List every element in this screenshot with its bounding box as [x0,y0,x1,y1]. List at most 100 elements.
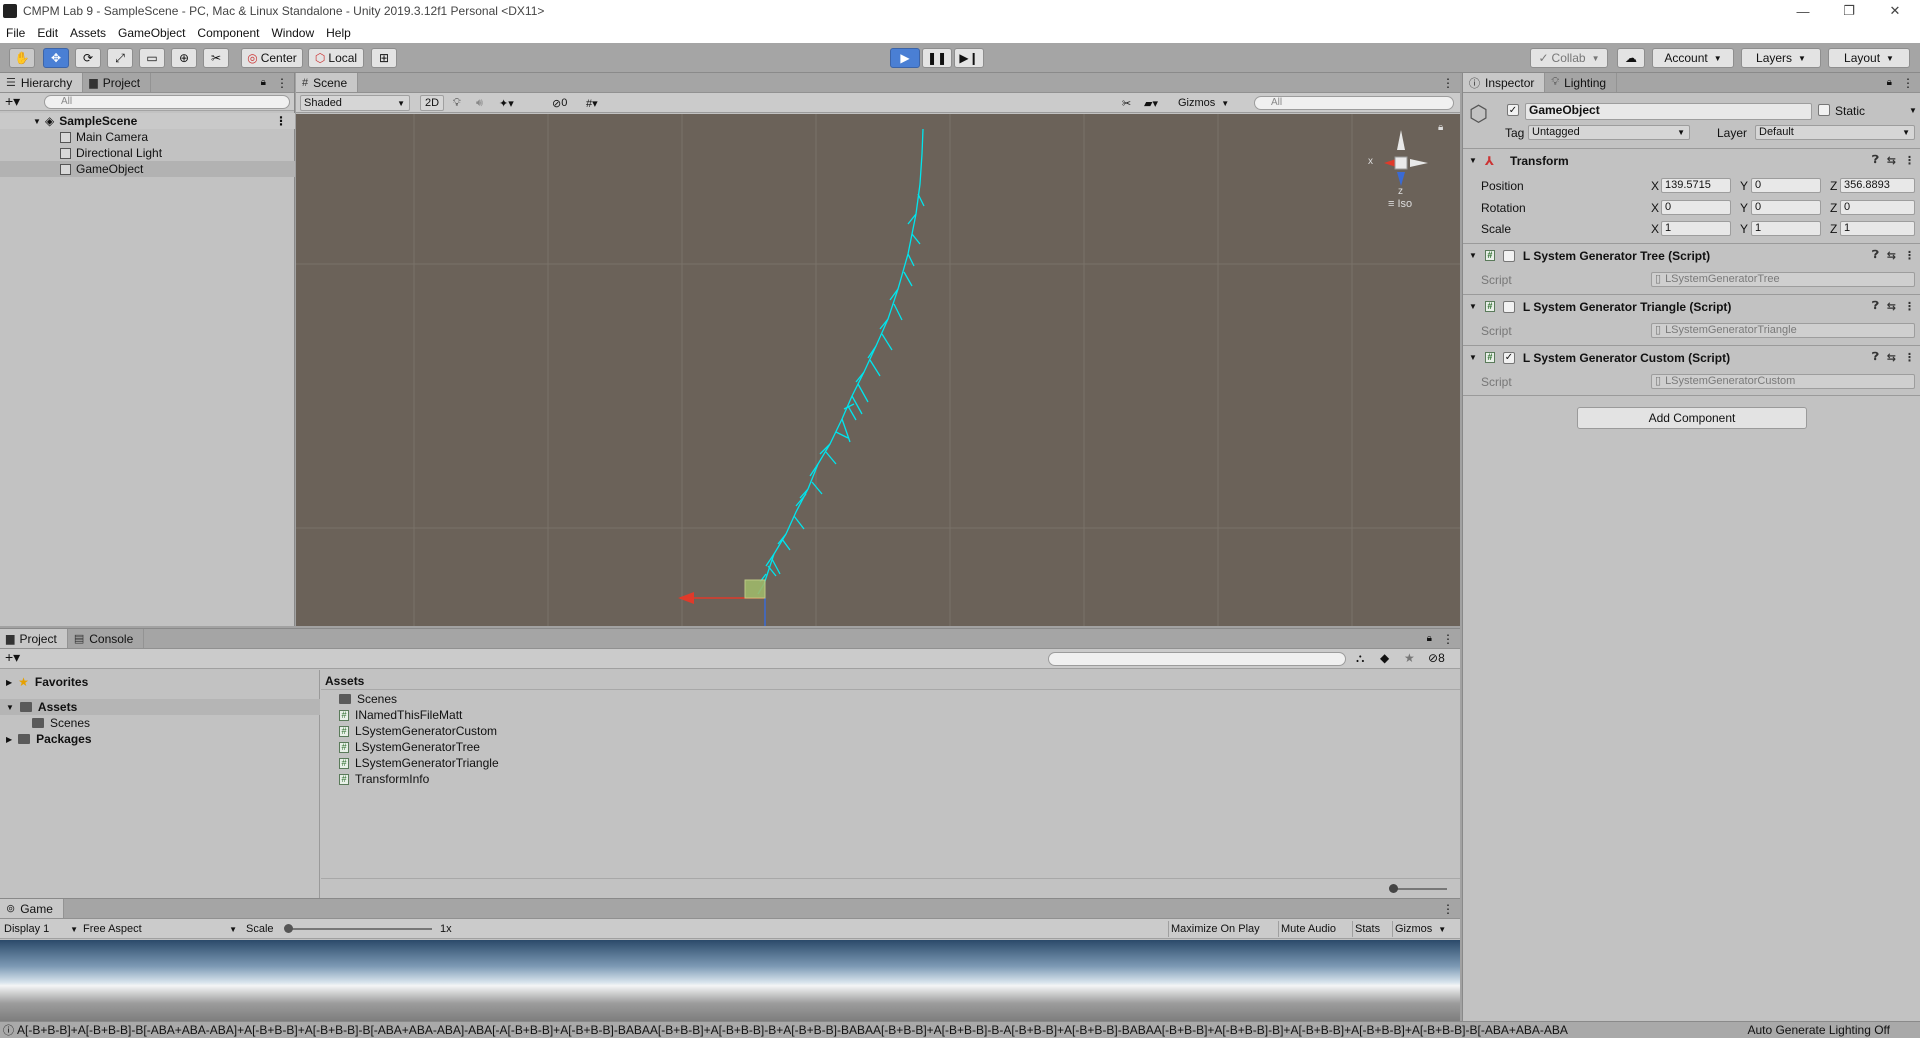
menu-gameobject[interactable]: GameObject [112,26,191,40]
layer-dropdown[interactable]: Default ▼ [1755,125,1915,140]
aspect-dropdown[interactable]: Free Aspect ▼ [83,921,237,937]
hidden-packages-icon[interactable]: ⊘8 [1428,651,1445,665]
assets-breadcrumb[interactable]: Assets [325,674,364,688]
favorite-star-icon[interactable]: ★ [1404,651,1415,665]
position-z-field[interactable]: 356.8893 [1840,178,1915,193]
help-icon[interactable]: ❓︎ [1872,249,1879,262]
more-menu-icon[interactable]: ⋮ [276,76,288,90]
scene-menu-icon[interactable]: ⋮ [275,114,287,128]
hierarchy-item[interactable]: Main Camera [0,129,295,145]
component-menu-icon[interactable]: ⋮ [1904,300,1915,313]
step-button[interactable]: ▶❙ [954,48,984,68]
layout-dropdown[interactable]: Layout ▼ [1828,48,1910,68]
collab-button[interactable]: ✓ Collab ▼ [1530,48,1608,68]
menu-component[interactable]: Component [191,26,265,40]
minimize-icon[interactable]: — [1780,0,1826,22]
hidden-objects-icon[interactable]: ⊘ 0 [552,95,567,111]
game-viewport[interactable] [0,940,1460,1028]
rotation-y-field[interactable]: 0 [1751,200,1821,215]
transform-tool-icon[interactable]: ⊕ [171,48,197,68]
expand-arrow-icon[interactable]: ▼ [1469,251,1477,260]
active-checkbox[interactable]: ✓ [1507,104,1519,116]
tab-hierarchy[interactable]: ☰ Hierarchy [0,73,84,92]
hand-tool-icon[interactable]: ✋ [9,48,35,68]
lock-icon[interactable]: 🔒︎ [1887,77,1892,88]
stats-toggle[interactable]: Stats [1352,921,1388,937]
asset-item[interactable]: Scenes [339,691,397,707]
help-icon[interactable]: ❓︎ [1872,300,1879,313]
position-y-field[interactable]: 0 [1751,178,1821,193]
lighting-status[interactable]: Auto Generate Lighting Off [1747,1023,1890,1037]
custom-tool-icon[interactable]: ✂ [203,48,229,68]
hierarchy-search-input[interactable]: All [44,95,290,109]
menu-edit[interactable]: Edit [31,26,64,40]
2d-toggle-button[interactable]: 2D [420,95,444,111]
add-icon[interactable]: +▾ [5,649,20,666]
tree-item-scenes[interactable]: Scenes [0,715,320,731]
tab-scene[interactable]: # Scene [296,73,359,92]
component-enabled-checkbox[interactable]: ✓ [1502,351,1515,364]
help-icon[interactable]: ❓︎ [1872,351,1879,364]
mute-audio-toggle[interactable]: Mute Audio [1278,921,1350,937]
cloud-icon[interactable]: ☁ [1617,48,1645,68]
script-field[interactable]: ▯ LSystemGeneratorTriangle [1651,323,1915,338]
lighting-toggle-icon[interactable]: 💡︎ [453,95,461,111]
rotation-z-field[interactable]: 0 [1840,200,1915,215]
console-last-message[interactable]: A[-B+B-B]+A[-B+B-B]-B[-ABA+ABA-ABA]+A[-B… [17,1023,1747,1037]
hierarchy-item[interactable]: Directional Light [0,145,295,161]
tab-project-top[interactable]: ▆ Project [83,73,152,92]
add-icon[interactable]: +▾ [5,93,20,110]
component-menu-icon[interactable]: ⋮ [1904,249,1915,262]
pivot-local-button[interactable]: ⬡ Local [308,48,364,68]
filter-type-icon[interactable]: ⛬ [1356,651,1364,666]
move-plane-handle[interactable] [744,579,766,599]
lock-icon[interactable]: 🔒︎ [1427,633,1432,644]
asset-item[interactable]: # LSystemGeneratorTriangle [339,755,499,771]
menu-file[interactable]: File [0,26,31,40]
script-field[interactable]: ▯ LSystemGeneratorCustom [1651,374,1915,389]
preset-icon[interactable]: ⇆ [1887,351,1896,364]
scene-search-input[interactable]: All [1254,96,1454,110]
restore-icon[interactable]: ❐ [1826,0,1872,22]
tab-lighting[interactable]: 💡︎ Lighting [1545,73,1618,92]
audio-toggle-icon[interactable]: 🔊︎ [476,95,483,111]
favorites-item[interactable]: ▶ ★ Favorites [0,674,320,690]
icon-size-slider-thumb[interactable] [1389,884,1398,893]
hierarchy-item-selected[interactable]: GameObject [0,161,295,177]
display-dropdown[interactable]: Display 1 ▼ [4,921,78,937]
tools-icon[interactable]: ✂ [1122,95,1131,111]
asset-item[interactable]: # LSystemGeneratorCustom [339,723,497,739]
projection-toggle[interactable]: ≡ Iso [1388,198,1412,210]
play-button[interactable]: ▶ [890,48,920,68]
icon-size-slider[interactable] [1391,888,1447,890]
object-name-field[interactable]: GameObject [1525,103,1812,120]
more-menu-icon[interactable]: ⋮ [1442,76,1454,90]
component-menu-icon[interactable]: ⋮ [1904,154,1915,167]
component-header[interactable]: ▼ # L System Generator Triangle (Script)… [1463,294,1920,318]
static-dropdown-icon[interactable]: ▼ [1909,106,1917,115]
shading-dropdown[interactable]: Shaded ▼ [300,95,410,111]
layers-dropdown[interactable]: Layers ▼ [1741,48,1821,68]
more-menu-icon[interactable]: ⋮ [1442,632,1454,646]
expand-arrow-icon[interactable]: ▼ [1469,302,1477,311]
project-search-input[interactable] [1048,652,1346,666]
asset-item[interactable]: # INamedThisFileMatt [339,707,462,723]
expand-arrow-icon[interactable]: ▼ [33,117,41,126]
maximize-on-play-toggle[interactable]: Maximize On Play [1168,921,1274,937]
scale-y-field[interactable]: 1 [1751,221,1821,236]
scale-slider-thumb[interactable] [284,924,293,933]
more-menu-icon[interactable]: ⋮ [1442,902,1454,916]
scale-slider[interactable] [290,928,432,930]
scene-canvas[interactable] [296,114,1460,626]
camera-icon[interactable]: ▰▾ [1144,95,1158,111]
scene-root-item[interactable]: ▼ ◈ SampleScene ⋮ [0,113,295,129]
more-menu-icon[interactable]: ⋮ [1902,76,1914,90]
lock-icon[interactable]: 🔒︎ [261,77,266,88]
scene-viewport[interactable]: x z ≡ Iso 🔒︎ [296,114,1460,626]
preset-icon[interactable]: ⇆ [1887,154,1896,167]
x-axis-arrow-icon[interactable] [678,592,694,604]
menu-window[interactable]: Window [265,26,320,40]
rotation-x-field[interactable]: 0 [1661,200,1731,215]
tag-dropdown[interactable]: Untagged ▼ [1528,125,1690,140]
component-menu-icon[interactable]: ⋮ [1904,351,1915,364]
